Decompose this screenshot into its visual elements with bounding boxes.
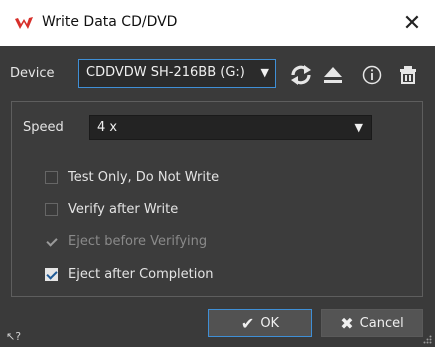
- options-panel: Speed 4 x ▼ Test Only, Do Not Write Veri…: [11, 101, 423, 297]
- checkbox-box: [45, 235, 58, 248]
- checkbox-box[interactable]: [45, 170, 58, 184]
- chevron-down-icon: ▼: [260, 66, 269, 79]
- ok-label: OK: [260, 315, 280, 331]
- context-help-icon[interactable]: ↖?: [6, 330, 21, 343]
- test-only-checkbox[interactable]: Test Only, Do Not Write: [45, 167, 219, 187]
- window-title: Write Data CD/DVD: [42, 14, 178, 30]
- title-bar: Write Data CD/DVD ✕: [0, 0, 435, 46]
- cancel-label: Cancel: [359, 315, 404, 331]
- refresh-icon[interactable]: [290, 64, 312, 86]
- device-label: Device: [10, 66, 55, 81]
- speed-label: Speed: [23, 120, 64, 135]
- checkbox-label: Test Only, Do Not Write: [68, 169, 220, 185]
- erase-disc-icon[interactable]: [397, 64, 419, 86]
- chevron-down-icon: ▼: [354, 121, 363, 134]
- resize-grip-icon[interactable]: [423, 335, 432, 344]
- info-icon[interactable]: [361, 64, 383, 86]
- dialog-body: Device CDDVDW SH-216BB (G:) ▼ Speed 4 x …: [0, 46, 435, 347]
- close-button[interactable]: ✕: [389, 0, 435, 46]
- device-dropdown[interactable]: CDDVDW SH-216BB (G:) ▼: [78, 59, 276, 88]
- checkbox-label: Eject after Completion: [68, 266, 214, 282]
- checkbox-label: Verify after Write: [68, 201, 179, 217]
- verify-after-write-checkbox[interactable]: Verify after Write: [45, 199, 178, 219]
- eject-before-verifying-checkbox: Eject before Verifying: [45, 231, 207, 251]
- wavelab-app-icon: [15, 17, 33, 29]
- eject-icon[interactable]: [322, 64, 344, 86]
- speed-value: 4 x: [97, 120, 118, 135]
- device-value: CDDVDW SH-216BB (G:): [86, 65, 245, 80]
- cancel-button[interactable]: ✖ Cancel: [321, 309, 423, 337]
- checkbox-box[interactable]: [45, 267, 58, 281]
- ok-button[interactable]: ✔ OK: [208, 309, 312, 337]
- checkbox-box[interactable]: [45, 202, 58, 216]
- speed-dropdown[interactable]: 4 x ▼: [89, 115, 372, 140]
- checkmark-icon: ✔: [240, 313, 255, 333]
- close-icon: ✖: [340, 313, 354, 333]
- checkbox-label: Eject before Verifying: [68, 233, 208, 249]
- eject-after-completion-checkbox[interactable]: Eject after Completion: [45, 264, 214, 284]
